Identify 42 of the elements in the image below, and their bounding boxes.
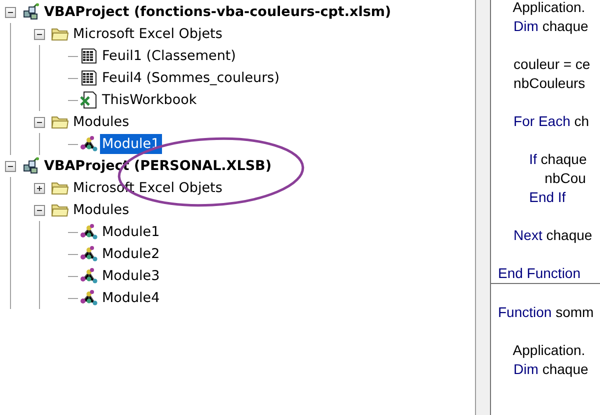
module-icon — [80, 245, 98, 263]
code-line: Function somm — [498, 303, 595, 322]
workbook-icon — [80, 91, 98, 109]
tree-item[interactable]: Module1 — [100, 222, 162, 242]
code-line: nbCouleurs — [512, 74, 586, 93]
tree-item[interactable]: Microsoft Excel Objets — [71, 24, 224, 44]
collapse-toggle[interactable] — [4, 6, 16, 18]
tree-item[interactable]: Feuil4 (Sommes_couleurs) — [100, 68, 282, 88]
code-line: Next chaque — [512, 226, 594, 245]
code-line: Application. — [512, 341, 586, 360]
project-icon — [22, 157, 40, 175]
tree-item[interactable]: Module3 — [100, 266, 162, 286]
tree-item[interactable]: Modules — [71, 112, 132, 132]
module-icon — [80, 289, 98, 307]
code-line: End Function — [498, 264, 582, 283]
code-line: Application. — [512, 0, 586, 17]
collapse-toggle[interactable] — [34, 116, 44, 128]
collapse-toggle[interactable] — [34, 28, 44, 40]
tree-item[interactable]: Module4 — [100, 288, 162, 308]
code-line: If chaque — [528, 150, 588, 169]
tree-item[interactable]: ThisWorkbook — [100, 90, 199, 110]
sheet-icon — [80, 69, 98, 87]
tree-item[interactable]: Modules — [71, 200, 132, 220]
collapse-toggle[interactable] — [4, 160, 16, 172]
tree-item[interactable]: Module1 — [100, 134, 162, 154]
expand-toggle[interactable] — [34, 182, 44, 194]
tree-item[interactable]: Feuil1 (Classement) — [100, 46, 238, 66]
module-icon — [80, 135, 98, 153]
collapse-toggle[interactable] — [34, 204, 44, 216]
code-line: couleur = ce — [512, 55, 592, 74]
code-line: nbCou — [544, 169, 587, 188]
tree-item[interactable]: Module2 — [100, 244, 162, 264]
tree-item[interactable]: VBAProject (fonctions-vba-couleurs-cpt.xlsm) — [42, 2, 394, 22]
module-icon — [80, 223, 98, 241]
code-line: For Each ch — [512, 112, 590, 131]
code-line: End If — [528, 188, 567, 207]
module-icon — [80, 267, 98, 285]
project-icon — [22, 3, 40, 21]
sheet-icon — [80, 47, 98, 65]
code-line: Dim chaque — [512, 17, 590, 36]
splitter-bar[interactable] — [475, 0, 491, 415]
code-line: Dim chaque — [512, 360, 590, 379]
